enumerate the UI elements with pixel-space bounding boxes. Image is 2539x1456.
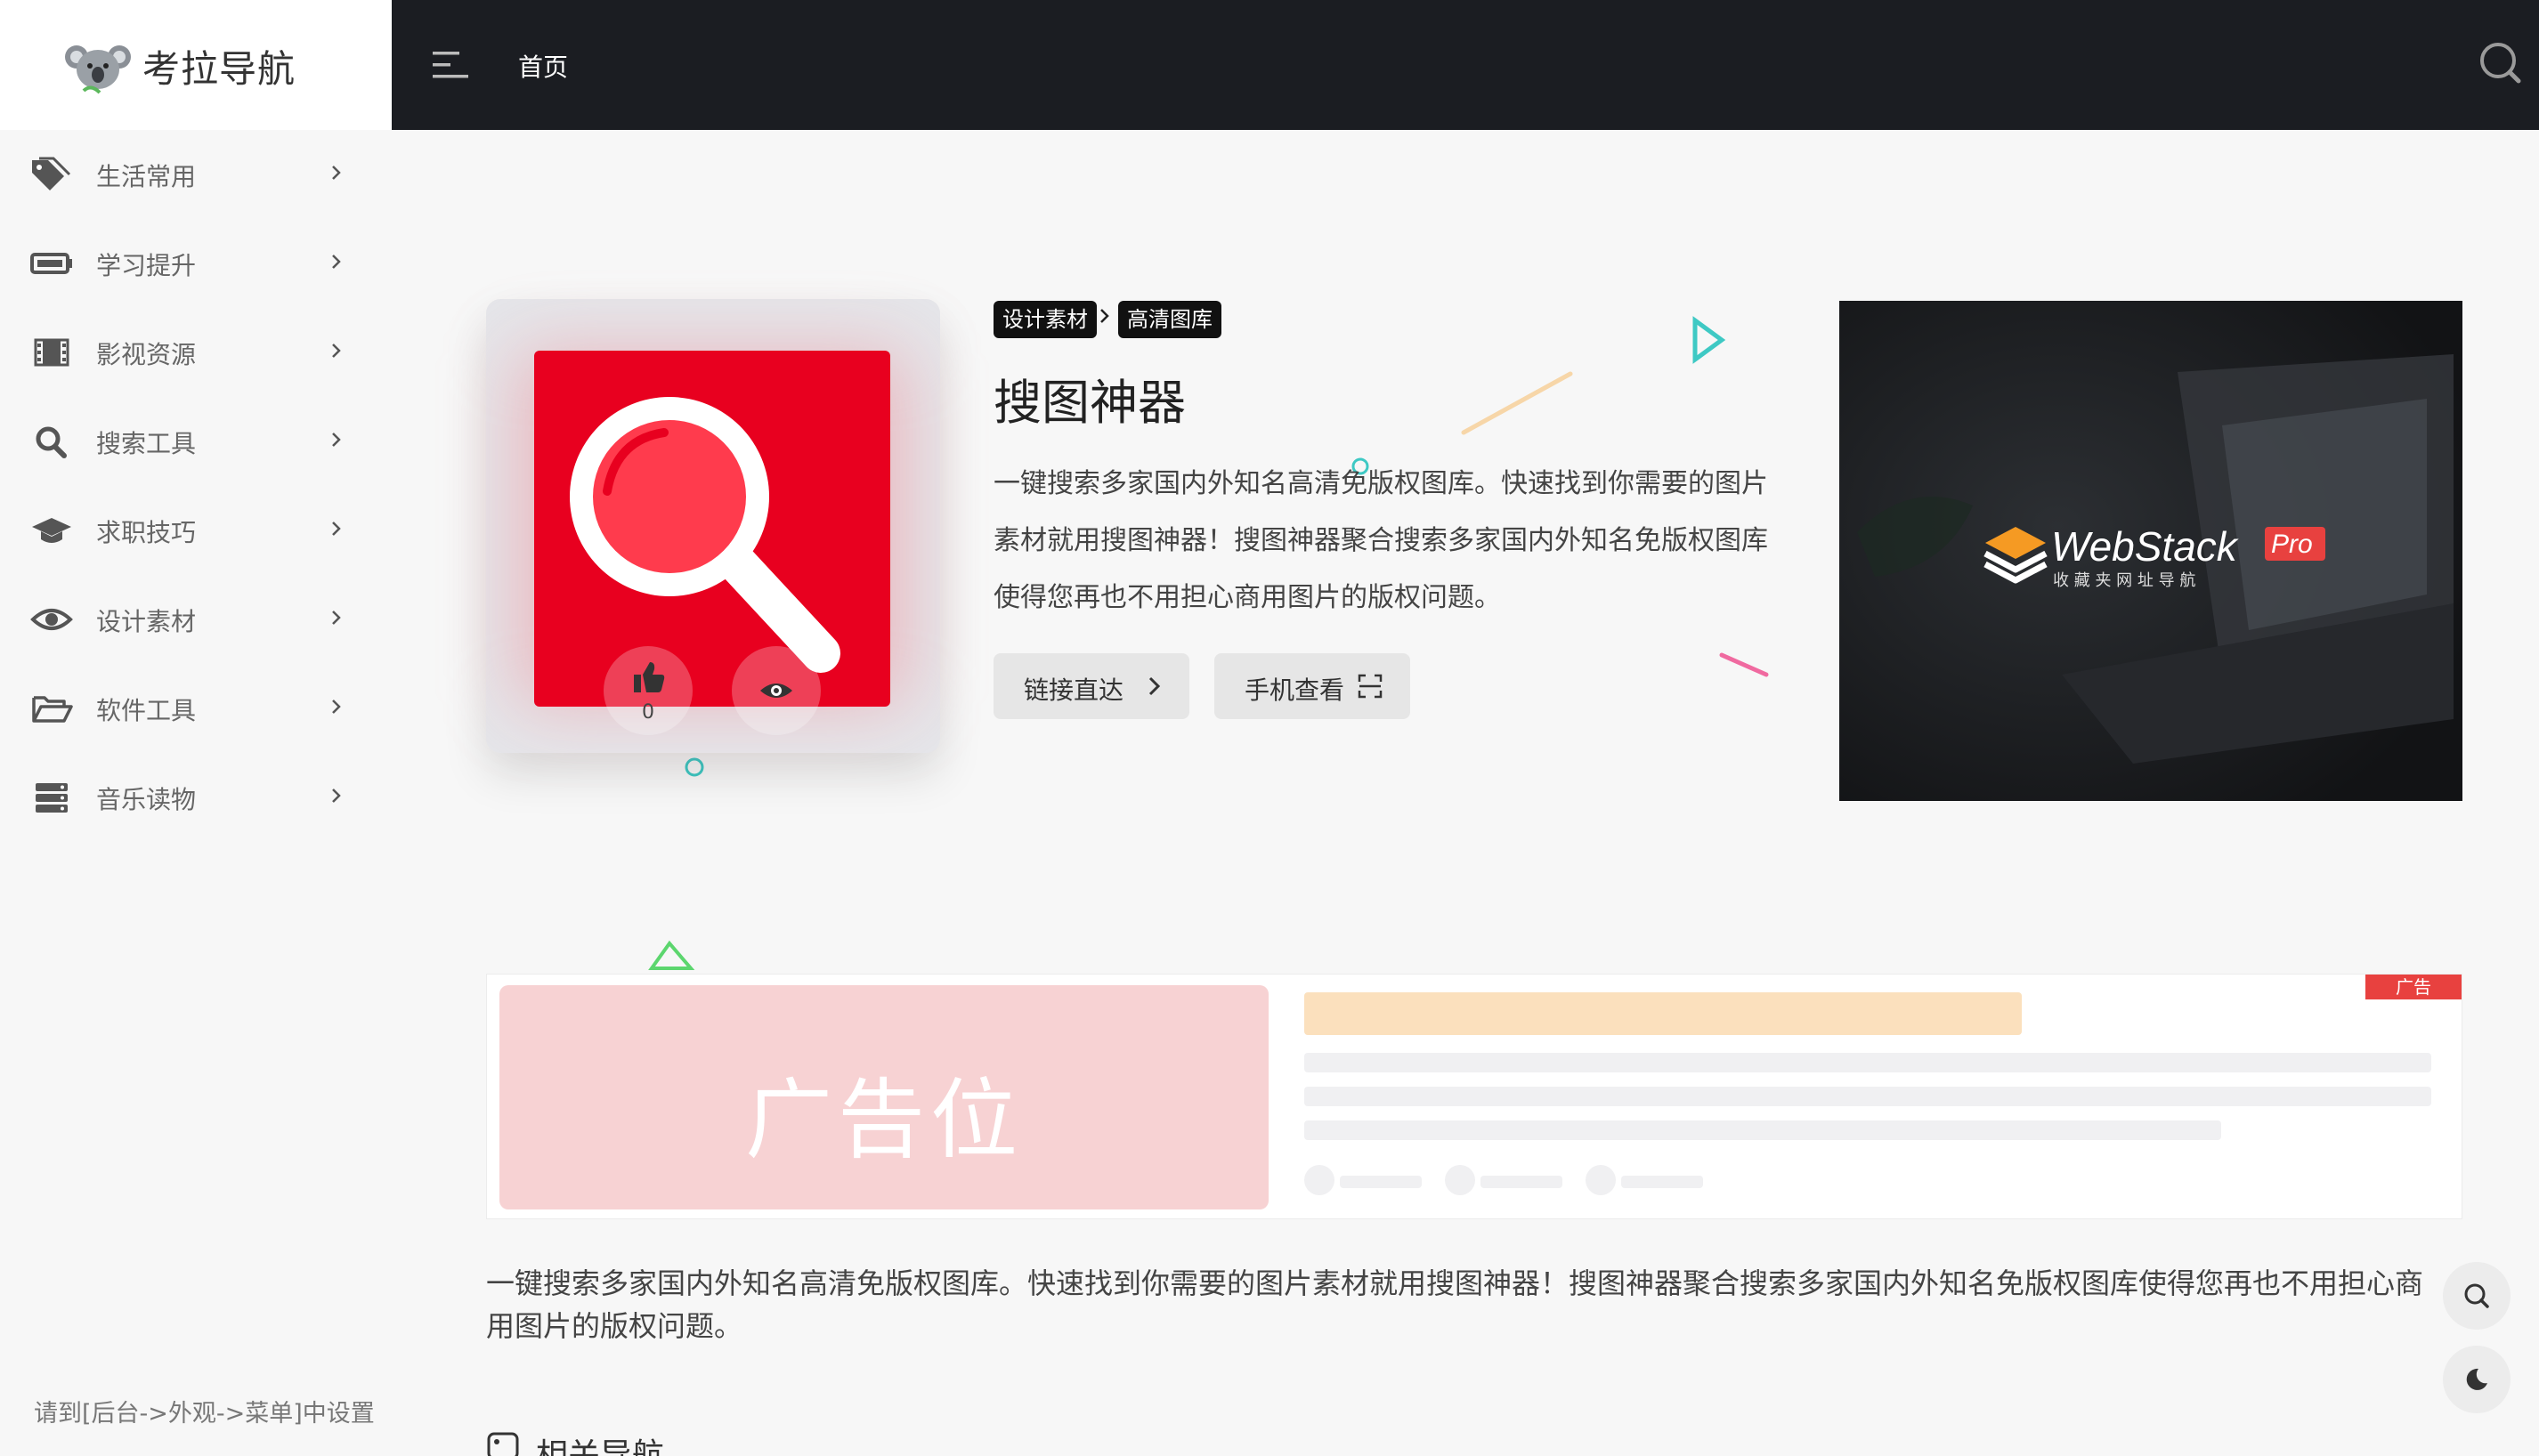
eye-icon — [760, 684, 792, 698]
direct-link-label: 链接直达 — [1024, 675, 1124, 705]
chevron-right-icon — [332, 700, 341, 714]
triangle-decoration — [1692, 316, 1726, 364]
site-screenshot[interactable]: WebStack Pro 收 藏 夹 网 址 导 航 — [1839, 301, 2462, 801]
bookmark-tag-icon — [487, 1432, 519, 1456]
ad-badge: 广告 — [2365, 975, 2462, 999]
eye-icon — [30, 609, 73, 630]
triangle-decoration — [648, 940, 695, 970]
sidebar-item-label: 生活常用 — [96, 162, 197, 191]
sidebar-item-label: 软件工具 — [96, 696, 197, 725]
sidebar-item-software[interactable]: 软件工具 — [0, 664, 392, 753]
topbar: 首页 — [392, 0, 2539, 130]
chevron-right-icon — [1148, 676, 1161, 696]
menu-toggle-icon[interactable] — [431, 46, 472, 84]
direct-link-button[interactable]: 链接直达 — [994, 653, 1189, 719]
chevron-right-icon — [1100, 309, 1109, 323]
screenshot-image: WebStack Pro 收 藏 夹 网 址 导 航 — [1839, 301, 2462, 801]
screenshot-subtitle: 收 藏 夹 网 址 导 航 — [2053, 571, 2195, 590]
film-icon — [34, 338, 69, 367]
graduation-cap-icon — [32, 518, 71, 543]
sidebar-item-career[interactable]: 求职技巧 — [0, 486, 392, 575]
site-title: 搜图神器 — [994, 375, 1186, 431]
ad-skeleton-avatar — [1304, 1165, 1334, 1195]
site-description: 一键搜索多家国内外知名高清免版权图库。快速找到你需要的图片素材就用搜图神器！搜图… — [994, 468, 1768, 613]
sidebar-item-label: 设计素材 — [96, 607, 197, 636]
chevron-right-icon — [332, 611, 341, 625]
mobile-view-button[interactable]: 手机查看 — [1214, 653, 1410, 719]
chevron-right-icon — [332, 344, 341, 358]
site-name: 考拉导航 — [142, 47, 296, 91]
sidebar-item-design[interactable]: 设计素材 — [0, 575, 392, 664]
site-long-description: 一键搜索多家国内外知名高清免版权图库。快速找到你需要的图片素材就用搜图神器！搜图… — [486, 1266, 2424, 1343]
ad-skeleton-avatar — [1586, 1165, 1616, 1195]
ad-image-placeholder: 广告位 — [499, 985, 1269, 1209]
thumbs-up-icon — [634, 662, 665, 692]
ad-skeleton-line — [1304, 1120, 2221, 1140]
sidebar-item-search[interactable]: 搜索工具 — [0, 397, 392, 486]
folder-open-icon — [32, 696, 73, 723]
ad-skeleton-meta — [1621, 1176, 1703, 1188]
ad-banner[interactable]: 广告位 广告 — [486, 974, 2462, 1219]
ad-placeholder-text: 广告位 — [744, 1070, 1023, 1171]
line-decoration — [1461, 371, 1573, 435]
related-nav-title: 相关导航 — [536, 1437, 665, 1456]
home-link[interactable]: 首页 — [518, 48, 568, 84]
chevron-right-icon — [332, 522, 341, 536]
view-button[interactable] — [732, 646, 821, 735]
server-icon — [36, 783, 68, 813]
battery-icon — [30, 253, 72, 274]
sidebar: 考拉导航 生活常用 学习提升 影视资源 搜索工具 求职技巧 设计素材 软件工具 … — [0, 0, 392, 1456]
mobile-view-label: 手机查看 — [1245, 675, 1345, 705]
tag-design[interactable]: 设计素材 — [994, 301, 1097, 338]
sidebar-item-label: 学习提升 — [96, 251, 197, 280]
ad-skeleton-avatar — [1445, 1165, 1475, 1195]
screenshot-brand: WebStack — [2051, 523, 2239, 570]
search-icon — [36, 426, 67, 458]
sidebar-item-study[interactable]: 学习提升 — [0, 219, 392, 308]
sidebar-item-film[interactable]: 影视资源 — [0, 308, 392, 397]
chevron-right-icon — [332, 255, 341, 269]
ad-skeleton-meta — [1340, 1176, 1422, 1188]
sidebar-item-label: 求职技巧 — [96, 518, 197, 547]
tag-icon — [32, 157, 71, 190]
chevron-right-icon — [332, 166, 341, 180]
tag-hd-gallery[interactable]: 高清图库 — [1118, 301, 1221, 338]
ring-decoration — [685, 757, 704, 777]
search-icon[interactable] — [2477, 39, 2523, 85]
koala-logo-icon — [65, 45, 131, 94]
chevron-right-icon — [332, 433, 341, 447]
site-icon — [534, 351, 890, 707]
sidebar-footer-note[interactable]: 请到[后台->外观->菜单]中设置 — [34, 1394, 375, 1428]
search-icon — [2464, 1283, 2489, 1308]
magnifier-logo-icon — [534, 351, 890, 707]
theme-toggle-button[interactable] — [2443, 1346, 2511, 1413]
qr-scan-icon — [1358, 674, 1383, 699]
sidebar-item-label: 搜索工具 — [96, 429, 197, 458]
sidebar-item-label: 影视资源 — [96, 340, 197, 369]
float-search-button[interactable] — [2443, 1262, 2511, 1330]
ad-skeleton-title — [1304, 992, 2022, 1035]
ad-skeleton-line — [1304, 1053, 2431, 1072]
sidebar-item-label: 音乐读物 — [96, 785, 197, 814]
ad-skeleton-meta — [1480, 1176, 1562, 1188]
chevron-right-icon — [332, 789, 341, 803]
like-button[interactable]: 0 — [604, 646, 693, 735]
like-count: 0 — [642, 701, 654, 724]
sidebar-item-life[interactable]: 生活常用 — [0, 130, 392, 219]
line-decoration — [1719, 652, 1769, 677]
logo[interactable]: 考拉导航 — [0, 0, 392, 130]
sidebar-item-music[interactable]: 音乐读物 — [0, 753, 392, 842]
moon-icon — [2466, 1368, 2487, 1390]
ad-skeleton-line — [1304, 1087, 2431, 1106]
screenshot-badge: Pro — [2271, 530, 2313, 559]
